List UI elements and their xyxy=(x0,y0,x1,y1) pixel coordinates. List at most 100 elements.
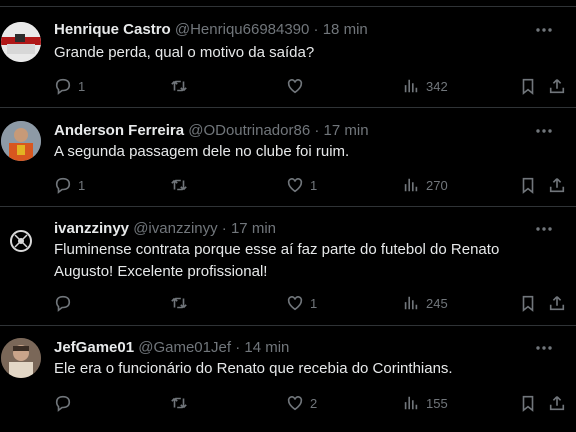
like-button[interactable]: 1 xyxy=(286,293,317,313)
reply-button[interactable]: 1 xyxy=(54,76,85,96)
tweet-text: Grande perda, qual o motivo da saída? xyxy=(54,44,315,61)
share-icon xyxy=(549,178,565,193)
views-icon xyxy=(404,178,418,192)
bookmark-button[interactable] xyxy=(519,393,537,413)
retweet-button[interactable] xyxy=(170,175,194,195)
bookmark-icon xyxy=(522,177,534,194)
share-icon xyxy=(549,296,565,311)
tweet-header: JefGame01 @Game01Jef · 14 min xyxy=(54,338,289,358)
timestamp[interactable]: 17 min xyxy=(324,122,369,139)
tweet-header: Anderson Ferreira @ODoutrinador86 · 17 m… xyxy=(54,121,369,141)
like-count: 2 xyxy=(310,395,318,411)
retweet-icon xyxy=(171,179,187,191)
share-button[interactable] xyxy=(548,293,566,313)
divider xyxy=(0,107,576,108)
tweet-reply[interactable]: Anderson Ferreira @ODoutrinador86 · 17 m… xyxy=(0,121,576,205)
like-count: 1 xyxy=(310,177,318,193)
retweet-icon xyxy=(171,297,187,309)
views-button[interactable]: 270 xyxy=(402,175,448,195)
reply-icon xyxy=(55,78,71,95)
author-name[interactable]: Henrique Castro xyxy=(54,21,171,38)
tweet-text: Ele era o funcionário do Renato que rece… xyxy=(54,360,453,377)
timestamp[interactable]: 18 min xyxy=(323,21,368,38)
tweet-header: Henrique Castro @Henriqu66984390 · 18 mi… xyxy=(54,20,368,40)
more-icon[interactable] xyxy=(534,340,554,356)
views-count: 155 xyxy=(426,395,448,411)
reply-count: 1 xyxy=(78,177,86,193)
share-button[interactable] xyxy=(548,393,566,413)
author-handle[interactable]: @ivanzzinyy xyxy=(133,220,217,237)
separator-dot: · xyxy=(221,220,227,237)
views-button[interactable]: 245 xyxy=(402,293,448,313)
more-icon[interactable] xyxy=(534,22,554,38)
reply-button[interactable]: 1 xyxy=(54,175,85,195)
share-icon xyxy=(549,396,565,411)
separator-dot: · xyxy=(235,339,241,356)
views-icon xyxy=(404,296,418,310)
avatar[interactable] xyxy=(1,221,41,261)
bookmark-icon xyxy=(522,78,534,95)
avatar[interactable] xyxy=(1,22,41,62)
like-count: 1 xyxy=(310,295,318,311)
tweet-actions: 2 155 xyxy=(54,393,574,413)
views-button[interactable]: 342 xyxy=(402,76,448,96)
tweet-reply[interactable]: ivanzzinyy @ivanzzinyy · 17 min Fluminen… xyxy=(0,219,576,324)
reply-button[interactable] xyxy=(54,393,78,413)
views-count: 270 xyxy=(426,177,448,193)
share-button[interactable] xyxy=(548,175,566,195)
author-handle[interactable]: @Henriqu66984390 xyxy=(175,21,310,38)
retweet-icon xyxy=(171,397,187,409)
separator-dot: · xyxy=(314,122,320,139)
author-name[interactable]: ivanzzinyy xyxy=(54,220,129,237)
share-button[interactable] xyxy=(548,76,566,96)
like-button[interactable]: 2 xyxy=(286,393,317,413)
views-button[interactable]: 155 xyxy=(402,393,448,413)
separator-dot: · xyxy=(313,21,319,38)
tweet-actions: 1 342 xyxy=(54,76,574,96)
views-count: 342 xyxy=(426,78,448,94)
bookmark-icon xyxy=(522,295,534,312)
like-icon xyxy=(287,296,303,311)
tweet-text: A segunda passagem dele no clube foi rui… xyxy=(54,143,350,160)
retweet-icon xyxy=(171,80,187,92)
bookmark-button[interactable] xyxy=(519,175,537,195)
tweet-reply[interactable]: JefGame01 @Game01Jef · 14 min Ele era o … xyxy=(0,338,576,428)
avatar[interactable] xyxy=(1,121,41,161)
retweet-button[interactable] xyxy=(170,393,194,413)
retweet-button[interactable] xyxy=(170,293,194,313)
tweet-reply[interactable]: Henrique Castro @Henriqu66984390 · 18 mi… xyxy=(0,20,576,106)
more-icon[interactable] xyxy=(534,221,554,237)
share-icon xyxy=(549,79,565,94)
reply-icon xyxy=(55,295,71,312)
avatar[interactable] xyxy=(1,338,41,378)
like-button[interactable]: 1 xyxy=(286,175,317,195)
divider xyxy=(0,325,576,326)
tweet-actions: 1 245 xyxy=(54,293,574,313)
bookmark-button[interactable] xyxy=(519,293,537,313)
bookmark-icon xyxy=(522,395,534,412)
bookmark-button[interactable] xyxy=(519,76,537,96)
views-icon xyxy=(404,79,418,93)
more-icon[interactable] xyxy=(534,123,554,139)
reply-count: 1 xyxy=(78,78,86,94)
views-count: 245 xyxy=(426,295,448,311)
tweet-text: Fluminense contrata porque esse aí faz p… xyxy=(54,241,500,280)
divider xyxy=(0,6,576,7)
timestamp[interactable]: 14 min xyxy=(244,339,289,356)
like-icon xyxy=(287,178,303,193)
author-handle[interactable]: @ODoutrinador86 xyxy=(188,122,310,139)
retweet-button[interactable] xyxy=(170,76,194,96)
reply-icon xyxy=(55,395,71,412)
like-icon xyxy=(287,396,303,411)
tweet-actions: 1 1 270 xyxy=(54,175,574,195)
author-name[interactable]: JefGame01 xyxy=(54,339,134,356)
author-handle[interactable]: @Game01Jef xyxy=(138,339,231,356)
like-icon xyxy=(287,79,303,94)
author-name[interactable]: Anderson Ferreira xyxy=(54,122,184,139)
timestamp[interactable]: 17 min xyxy=(231,220,276,237)
reply-button[interactable] xyxy=(54,293,78,313)
like-button[interactable] xyxy=(286,76,310,96)
divider xyxy=(0,206,576,207)
reply-icon xyxy=(55,177,71,194)
tweet-header: ivanzzinyy @ivanzzinyy · 17 min xyxy=(54,219,276,239)
